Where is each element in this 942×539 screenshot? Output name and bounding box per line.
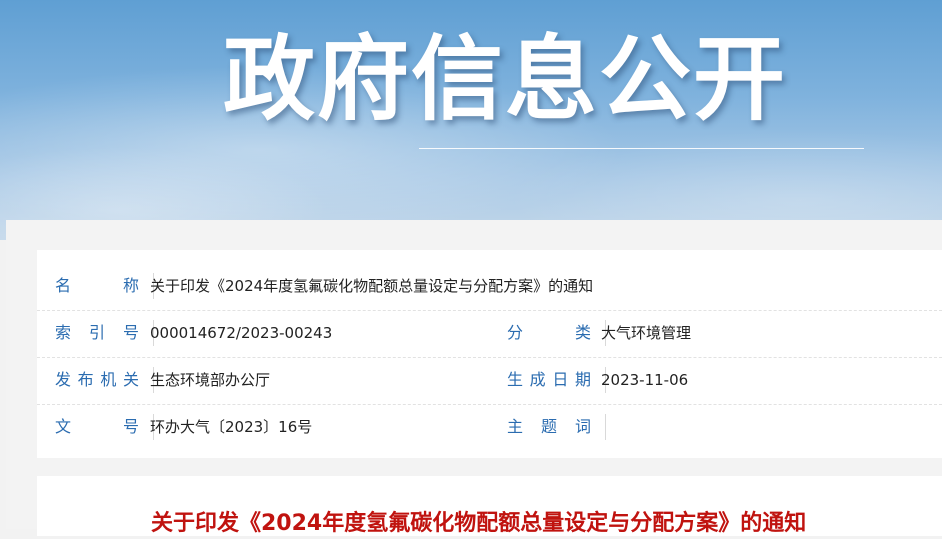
- date-value: 2023-11-06: [601, 371, 689, 389]
- name-label: 名 称: [55, 273, 154, 299]
- meta-row-docno: 文 号 环办大气〔2023〕16号 主 题 词: [37, 404, 942, 451]
- keywords-label: 主 题 词: [507, 414, 606, 440]
- document-metadata-panel: 名 称 关于印发《2024年度氢氟碳化物配额总量设定与分配方案》的通知 索 引 …: [37, 250, 942, 458]
- issuer-value: 生态环境部办公厅: [150, 371, 271, 389]
- doc-number-value: 环办大气〔2023〕16号: [150, 418, 313, 436]
- doc-number-label: 文 号: [55, 414, 154, 440]
- banner-title: 政府信息公开: [222, 26, 787, 133]
- category-value: 大气环境管理: [601, 324, 692, 342]
- meta-row-issuer: 发布机关 生态环境部办公厅 生成日期 2023-11-06: [37, 357, 942, 405]
- category-label: 分 类: [507, 320, 606, 346]
- meta-row-index: 索 引 号 000014672/2023-00243 分 类 大气环境管理: [37, 310, 942, 358]
- date-label: 生成日期: [507, 367, 606, 393]
- meta-row-name: 名 称 关于印发《2024年度氢氟碳化物配额总量设定与分配方案》的通知: [37, 263, 942, 311]
- index-label: 索 引 号: [55, 320, 154, 346]
- name-value: 关于印发《2024年度氢氟碳化物配额总量设定与分配方案》的通知: [150, 277, 594, 295]
- document-content: 关于印发《2024年度氢氟碳化物配额总量设定与分配方案》的通知: [37, 476, 942, 536]
- issuer-label: 发布机关: [55, 367, 154, 393]
- index-value: 000014672/2023-00243: [150, 324, 333, 342]
- header-banner: 政府信息公开: [0, 0, 942, 240]
- banner-divider: [419, 148, 864, 149]
- document-title: 关于印发《2024年度氢氟碳化物配额总量设定与分配方案》的通知: [151, 511, 807, 536]
